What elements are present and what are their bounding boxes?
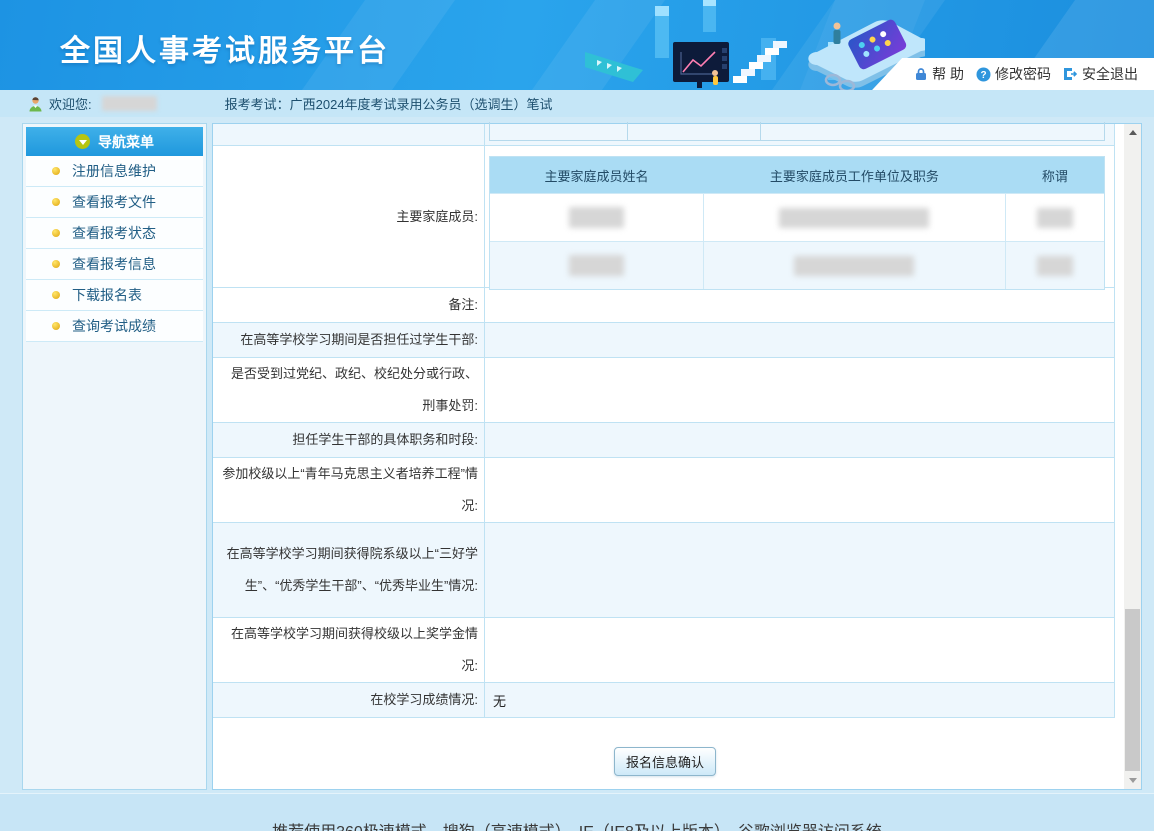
sidebar-item-application-status[interactable]: 查看报考状态 [26,218,203,249]
exit-icon [1063,67,1078,81]
application-form-table: 主要家庭成员: 主要家庭成员姓名 主要家庭成员工作单位及职务 称谓 [213,124,1115,718]
scroll-down-button[interactable] [1124,772,1141,789]
table-row-student-cadre: 在高等学校学习期间是否担任过学生干部: [213,323,1114,358]
table-row-punishment: 是否受到过党纪、政纪、校纪处分或行政、刑事处罚: [213,358,1114,423]
confirm-registration-button[interactable]: 报名信息确认 [614,747,716,776]
column-header: 称谓 [1006,157,1104,193]
row-value [485,618,1114,682]
exam-info: 报考考试：广西2024年度考试录用公务员（选调生）笔试 [225,94,553,113]
row-label: 备注: [213,288,485,322]
table-row-remarks: 备注: [213,288,1114,323]
page-footer: 推荐使用360极速模式、搜狗（高速模式）、IE（IE8及以上版本）、谷歌浏览器访… [0,793,1154,831]
page: 全国人事考试服务平台 帮 助 ? 修改密码 [0,0,1154,831]
app-header: 全国人事考试服务平台 帮 助 ? 修改密码 [0,0,1154,90]
table-row-cadre-position: 担任学生干部的具体职务和时段: [213,423,1114,458]
bullet-icon [52,260,60,268]
row-label: 参加校级以上“青年马克思主义者培养工程”情况: [213,458,485,522]
column-header: 主要家庭成员姓名 [490,157,703,193]
table-row-scholarship: 在高等学校学习期间获得校级以上奖学金情况: [213,618,1114,683]
triangle-up-icon [1129,130,1137,135]
change-password-link[interactable]: ? 修改密码 [976,64,1051,84]
family-members-table: 主要家庭成员姓名 主要家庭成员工作单位及职务 称谓 [489,156,1105,290]
table-row-academic-record: 在校学习成绩情况: 无 [213,683,1114,718]
bullet-icon [52,322,60,330]
row-label: 在高等学校学习期间获得校级以上奖学金情况: [213,618,485,682]
table-row-family: 主要家庭成员: 主要家庭成员姓名 主要家庭成员工作单位及职务 称谓 [213,146,1114,288]
sidebar-item-exam-documents[interactable]: 查看报考文件 [26,187,203,218]
row-label: 是否受到过党纪、政纪、校纪处分或行政、刑事处罚: [213,358,485,422]
question-icon: ? [976,67,991,82]
row-value [485,358,1114,422]
row-value [485,458,1114,522]
row-label: 主要家庭成员: [213,146,485,287]
row-value [485,523,1114,617]
welcome-bar: 欢迎您: 报考考试：广西2024年度考试录用公务员（选调生）笔试 [0,90,1154,117]
hero-illustration [585,0,925,90]
welcome-greeting: 欢迎您: [49,94,92,113]
redacted-value [569,207,624,228]
row-value [485,288,1114,322]
main-content-panel: 主要家庭成员: 主要家庭成员姓名 主要家庭成员工作单位及职务 称谓 [212,123,1142,790]
family-table-header: 主要家庭成员姓名 主要家庭成员工作单位及职务 称谓 [490,157,1104,193]
row-label: 担任学生干部的具体职务和时段: [213,423,485,457]
family-row [490,241,1104,289]
row-label: 在高等学校学习期间获得院系级以上“三好学生”、“优秀学生干部”、“优秀毕业生”情… [213,523,485,617]
row-label: 在校学习成绩情况: [213,683,485,717]
scroll-up-button[interactable] [1124,124,1141,141]
vertical-scrollbar[interactable] [1124,124,1141,789]
bullet-icon [52,167,60,175]
row-label: 在高等学校学习期间是否担任过学生干部: [213,323,485,357]
family-row [490,193,1104,241]
row-value [485,323,1114,357]
triangle-down-icon [1129,778,1137,783]
partial-inner-table [489,122,1105,141]
redacted-value [779,208,929,228]
row-value [485,423,1114,457]
column-header: 主要家庭成员工作单位及职务 [703,157,1006,193]
redacted-value [1037,208,1073,228]
table-row-marxism-program: 参加校级以上“青年马克思主义者培养工程”情况: [213,458,1114,523]
sidebar-item-register-info[interactable]: 注册信息维护 [26,156,203,187]
redacted-username [102,96,157,111]
chevron-down-icon [75,134,90,149]
nav-menu-header[interactable]: 导航菜单 [26,127,203,156]
bullet-icon [52,291,60,299]
table-row-honors: 在高等学校学习期间获得院系级以上“三好学生”、“优秀学生干部”、“优秀毕业生”情… [213,523,1114,618]
bullet-icon [52,198,60,206]
nav-sidebar: 导航菜单 注册信息维护 查看报考文件 查看报考状态 查看报考信息 下载报名表 查… [22,123,207,790]
user-icon [28,96,43,112]
table-row-partial [213,124,1114,146]
browser-recommendation: 推荐使用360极速模式、搜狗（高速模式）、IE（IE8及以上版本）、谷歌浏览器访… [0,818,1154,831]
help-link[interactable]: 帮 助 [914,64,964,84]
scrollbar-thumb[interactable] [1125,609,1140,771]
redacted-value [569,255,624,276]
lock-icon [914,67,928,81]
page-title: 全国人事考试服务平台 [60,26,390,70]
sidebar-item-application-info[interactable]: 查看报考信息 [26,249,203,280]
redacted-value [794,256,914,276]
quick-links-bar: 帮 助 ? 修改密码 安全退出 [872,58,1154,90]
sidebar-item-download-form[interactable]: 下载报名表 [26,280,203,311]
logout-link[interactable]: 安全退出 [1063,64,1138,84]
sidebar-item-exam-results[interactable]: 查询考试成绩 [26,311,203,342]
svg-text:?: ? [980,70,986,81]
redacted-value [1037,256,1073,276]
row-value: 无 [485,683,1114,717]
bullet-icon [52,229,60,237]
